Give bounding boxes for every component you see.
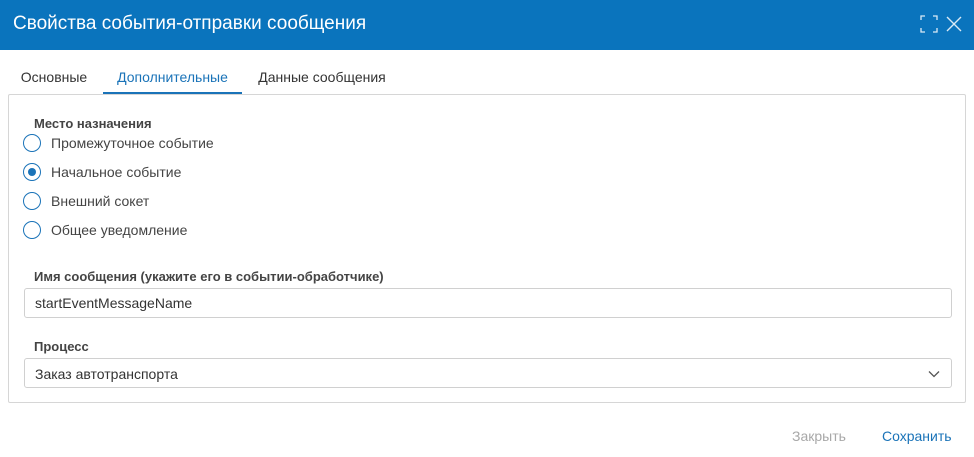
tab-panel: Место назначения Промежуточное событие Н… [8, 94, 966, 403]
process-label: Процесс [34, 339, 89, 354]
radio-circle-checked[interactable] [23, 163, 41, 181]
message-name-input[interactable] [24, 288, 952, 318]
message-name-label: Имя сообщения (укажите его в событии-обр… [34, 269, 384, 284]
radio-label: Промежуточное событие [51, 135, 214, 151]
radio-circle[interactable] [23, 221, 41, 239]
radio-circle[interactable] [23, 192, 41, 210]
save-button[interactable]: Сохранить [882, 426, 952, 446]
process-select[interactable]: Заказ автотранспорта [24, 358, 952, 388]
tab-message-data[interactable]: Данные сообщения [248, 62, 396, 94]
tab-main[interactable]: Основные [8, 62, 100, 94]
chevron-down-icon[interactable] [927, 367, 941, 381]
radio-label: Начальное событие [51, 164, 182, 180]
maximize-icon[interactable] [920, 15, 938, 33]
radio-circle[interactable] [23, 134, 41, 152]
tab-additional[interactable]: Дополнительные [103, 62, 242, 94]
dialog-title: Свойства события-отправки сообщения [13, 13, 367, 34]
radio-label: Общее уведомление [51, 222, 188, 238]
close-button[interactable]: Закрыть [792, 426, 846, 446]
dialog-header: Свойства события-отправки сообщения [0, 0, 974, 50]
tab-bar: Основные Дополнительные Данные сообщения [8, 62, 966, 94]
close-icon[interactable] [945, 15, 963, 33]
destination-label: Место назначения [34, 116, 152, 131]
process-select-value: Заказ автотранспорта [35, 366, 178, 382]
radio-label: Внешний сокет [51, 193, 150, 209]
